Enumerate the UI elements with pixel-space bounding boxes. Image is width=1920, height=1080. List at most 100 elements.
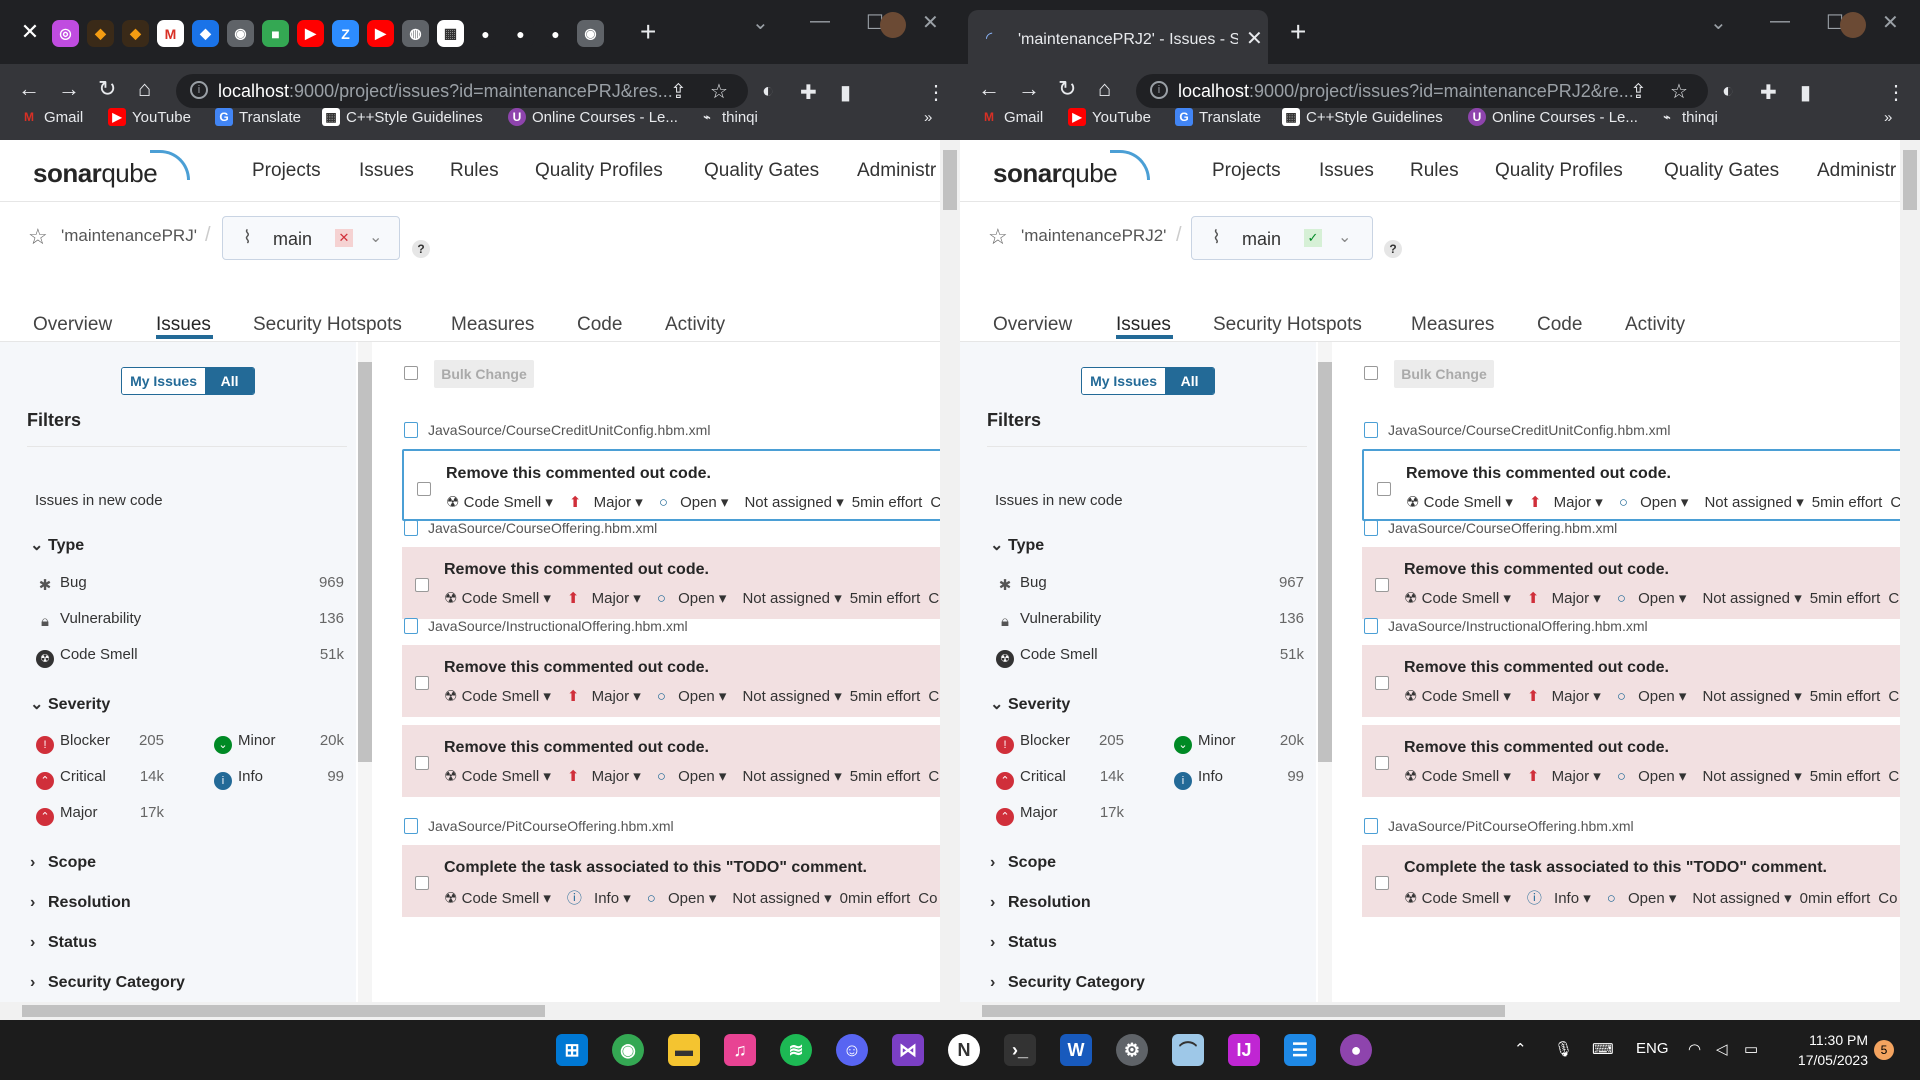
issues-in-new-code-toggle[interactable]: Issues in new code (35, 492, 163, 509)
app-icon[interactable]: N (948, 1034, 980, 1066)
extension-icon[interactable]: ◐ (1722, 80, 1734, 103)
facet-bug[interactable]: ✱ Bug (996, 574, 1047, 595)
discord-icon[interactable]: ☺ (836, 1034, 868, 1066)
bookmark-translate[interactable]: G Translate (215, 106, 301, 128)
gmail-tab-icon[interactable]: M (157, 20, 184, 47)
facet-minor[interactable]: ⌄ Minor (1174, 732, 1236, 754)
keyboard-icon[interactable]: ⌨ (1592, 1040, 1614, 1058)
issue-assignee[interactable]: Not assigned ▾ (732, 890, 831, 907)
facet-status-header[interactable]: › Status (990, 934, 1057, 952)
issue-severity[interactable]: ⬆ Major ▾ (567, 590, 649, 607)
tab-security-hotspots[interactable]: Security Hotspots (1213, 314, 1362, 336)
file-header[interactable]: JavaSource/PitCourseOffering.hbm.xml (1364, 818, 1634, 834)
wifi-icon[interactable]: ◠ (1688, 1040, 1701, 1058)
issue-type[interactable]: ☢ Code Smell ▾ (1404, 768, 1519, 785)
visual-studio-icon[interactable]: ⋈ (892, 1034, 924, 1066)
issue-severity[interactable]: ⬆ Major ▾ (1527, 590, 1609, 607)
facet-code-smell[interactable]: ☢ Code Smell (36, 646, 138, 668)
issue-severity[interactable]: ⓘ Info ▾ (567, 890, 639, 907)
bookmark-youtube[interactable]: ▶ YouTube (1068, 106, 1151, 128)
minimize-icon[interactable]: — (1770, 10, 1790, 33)
nav-issues[interactable]: Issues (1319, 160, 1374, 182)
sidebar-scrollbar[interactable] (1318, 342, 1332, 1002)
share-icon[interactable]: ⇪ (1630, 79, 1647, 104)
help-icon[interactable]: ? (412, 240, 430, 258)
tab-activity[interactable]: Activity (1625, 314, 1685, 336)
issue-checkbox[interactable] (1375, 756, 1389, 770)
facet-resolution-header[interactable]: › Resolution (990, 894, 1091, 912)
reload-icon[interactable]: ↻ (98, 76, 116, 102)
issue-checkbox[interactable] (417, 482, 431, 496)
horizontal-scrollbar[interactable] (0, 1002, 940, 1020)
file-header[interactable]: JavaSource/PitCourseOffering.hbm.xml (404, 818, 674, 834)
facet-severity-header[interactable]: ⌄ Severity (30, 694, 110, 714)
system-clock[interactable]: 11:30 PM 17/05/2023 (1788, 1030, 1868, 1070)
tab-measures[interactable]: Measures (451, 314, 534, 336)
bookmark-youtube[interactable]: ▶ YouTube (108, 106, 191, 128)
close-window-icon[interactable]: ✕ (1882, 10, 1899, 35)
issue-message[interactable]: Remove this commented out code. (444, 739, 709, 757)
github-tab-icon[interactable]: ● (472, 20, 499, 47)
facet-vulnerability[interactable]: 🔒︎ Vulnerability (996, 610, 1101, 631)
issue-card[interactable]: Remove this commented out code. ☢ Code S… (1362, 725, 1920, 797)
issue-assignee[interactable]: Not assigned ▾ (1702, 688, 1801, 705)
bookmarks-overflow-icon[interactable]: » (1884, 106, 1892, 128)
facet-scope-header[interactable]: › Scope (990, 854, 1056, 872)
home-icon[interactable]: ⌂ (138, 76, 151, 102)
chrome-tab-icon[interactable]: ◉ (577, 20, 604, 47)
issue-assignee[interactable]: Not assigned ▾ (1692, 890, 1791, 907)
sonarqube-logo[interactable]: sonarqube (33, 158, 158, 189)
issue-status[interactable]: ○ Open ▾ (659, 494, 737, 511)
music-app-icon[interactable]: ♫ (724, 1034, 756, 1066)
issue-checkbox[interactable] (1375, 876, 1389, 890)
my-issues-button[interactable]: My Issues (122, 368, 206, 394)
issue-severity[interactable]: ⬆ Major ▾ (569, 494, 651, 511)
tab-favicon-icon[interactable]: ◎ (52, 20, 79, 47)
facet-minor[interactable]: ⌄ Minor (214, 732, 276, 754)
facet-code-smell[interactable]: ☢ Code Smell (996, 646, 1098, 668)
tab-search-icon[interactable]: ⌄ (1710, 10, 1727, 35)
issue-status[interactable]: ○ Open ▾ (1617, 688, 1695, 705)
github-tab-icon[interactable]: ● (542, 20, 569, 47)
bulk-change-button[interactable]: Bulk Change (1394, 360, 1494, 388)
facet-security-category-header[interactable]: › Security Category (30, 974, 185, 992)
facet-type-header[interactable]: ⌄ Type (990, 535, 1044, 555)
github-desktop-icon[interactable]: ● (1340, 1034, 1372, 1066)
battery-icon[interactable]: ▭ (1744, 1040, 1758, 1058)
bookmark-online-courses[interactable]: U Online Courses - Le... (508, 106, 678, 128)
issue-message[interactable]: Remove this commented out code. (1406, 465, 1671, 483)
volume-icon[interactable]: ◁ (1716, 1040, 1728, 1058)
bulk-change-button[interactable]: Bulk Change (434, 360, 534, 388)
facet-status-header[interactable]: › Status (30, 934, 97, 952)
nav-quality-profiles[interactable]: Quality Profiles (535, 160, 663, 182)
word-icon[interactable]: W (1060, 1034, 1092, 1066)
issue-card[interactable]: Remove this commented out code. ☢ Code S… (1362, 645, 1920, 717)
issue-card[interactable]: Remove this commented out code. ☢ Code S… (1362, 449, 1920, 521)
bookmark-gmail[interactable]: M Gmail (20, 106, 83, 128)
home-icon[interactable]: ⌂ (1098, 76, 1111, 102)
page-scrollbar[interactable] (940, 140, 960, 1020)
facet-security-category-header[interactable]: › Security Category (990, 974, 1145, 992)
bookmark-cpp-style[interactable]: ▦ C++Style Guidelines (322, 106, 483, 128)
back-icon[interactable]: ← (18, 76, 40, 102)
horizontal-scrollbar[interactable] (960, 1002, 1900, 1020)
issue-severity[interactable]: ⬆ Major ▾ (567, 688, 649, 705)
facet-vulnerability[interactable]: 🔒︎ Vulnerability (36, 610, 141, 631)
tab-search-icon[interactable]: ⌄ (752, 10, 769, 35)
issue-type[interactable]: ☢ Code Smell ▾ (1404, 890, 1519, 907)
page-scrollbar[interactable] (1900, 140, 1920, 1020)
bookmarks-overflow-icon[interactable]: » (924, 106, 932, 128)
issue-status[interactable]: ○ Open ▾ (657, 768, 735, 785)
issue-status[interactable]: ○ Open ▾ (1607, 890, 1685, 907)
facet-major[interactable]: ⌃ Major (996, 804, 1058, 826)
nav-rules[interactable]: Rules (1410, 160, 1459, 182)
file-explorer-icon[interactable]: ▬ (668, 1034, 700, 1066)
nav-issues[interactable]: Issues (359, 160, 414, 182)
issue-message[interactable]: Complete the task associated to this "TO… (1404, 859, 1827, 877)
nav-administration[interactable]: Administr (857, 160, 936, 182)
issue-message[interactable]: Complete the task associated to this "TO… (444, 859, 867, 877)
extensions-puzzle-icon[interactable]: ✚ (1760, 80, 1777, 105)
zoom-tab-icon[interactable]: Z (332, 20, 359, 47)
issue-status[interactable]: ○ Open ▾ (1617, 768, 1695, 785)
select-all-checkbox[interactable] (404, 366, 418, 380)
